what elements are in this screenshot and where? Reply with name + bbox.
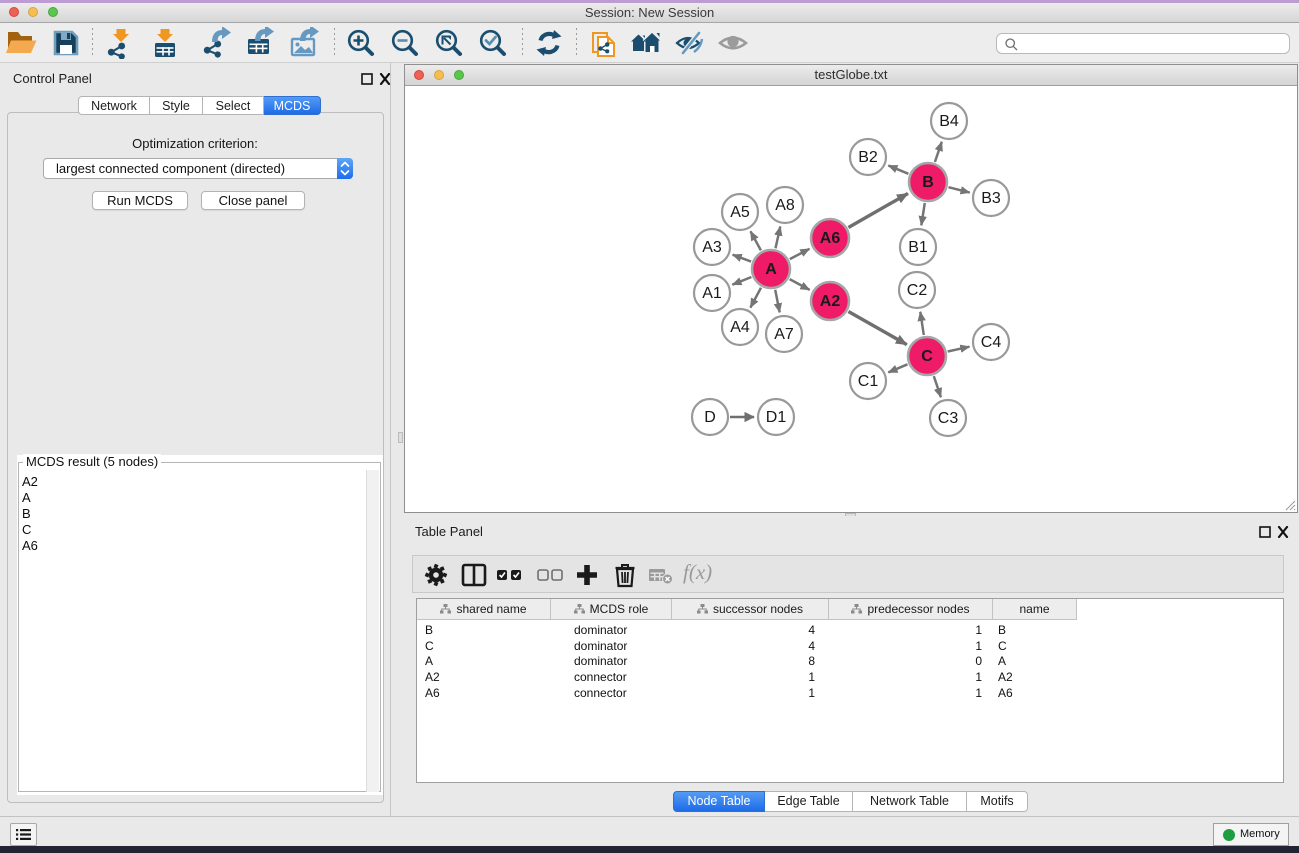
svg-text:D: D <box>704 409 716 426</box>
svg-text:C1: C1 <box>858 373 879 390</box>
svg-text:A8: A8 <box>775 197 795 214</box>
svg-text:C: C <box>921 348 933 365</box>
svg-text:A7: A7 <box>774 326 794 343</box>
svg-text:C2: C2 <box>907 282 928 299</box>
svg-text:A5: A5 <box>730 204 750 221</box>
svg-text:A1: A1 <box>702 285 722 302</box>
svg-text:A4: A4 <box>730 319 750 336</box>
svg-text:D1: D1 <box>766 409 787 426</box>
svg-text:A: A <box>765 261 777 278</box>
svg-text:C3: C3 <box>938 410 959 427</box>
svg-text:B: B <box>922 174 934 191</box>
svg-text:B3: B3 <box>981 190 1001 207</box>
svg-text:A3: A3 <box>702 239 722 256</box>
svg-text:A6: A6 <box>820 230 841 247</box>
svg-text:C4: C4 <box>981 334 1002 351</box>
svg-text:B2: B2 <box>858 149 878 166</box>
svg-text:A2: A2 <box>820 293 841 310</box>
svg-text:B4: B4 <box>939 113 959 130</box>
svg-text:B1: B1 <box>908 239 928 256</box>
